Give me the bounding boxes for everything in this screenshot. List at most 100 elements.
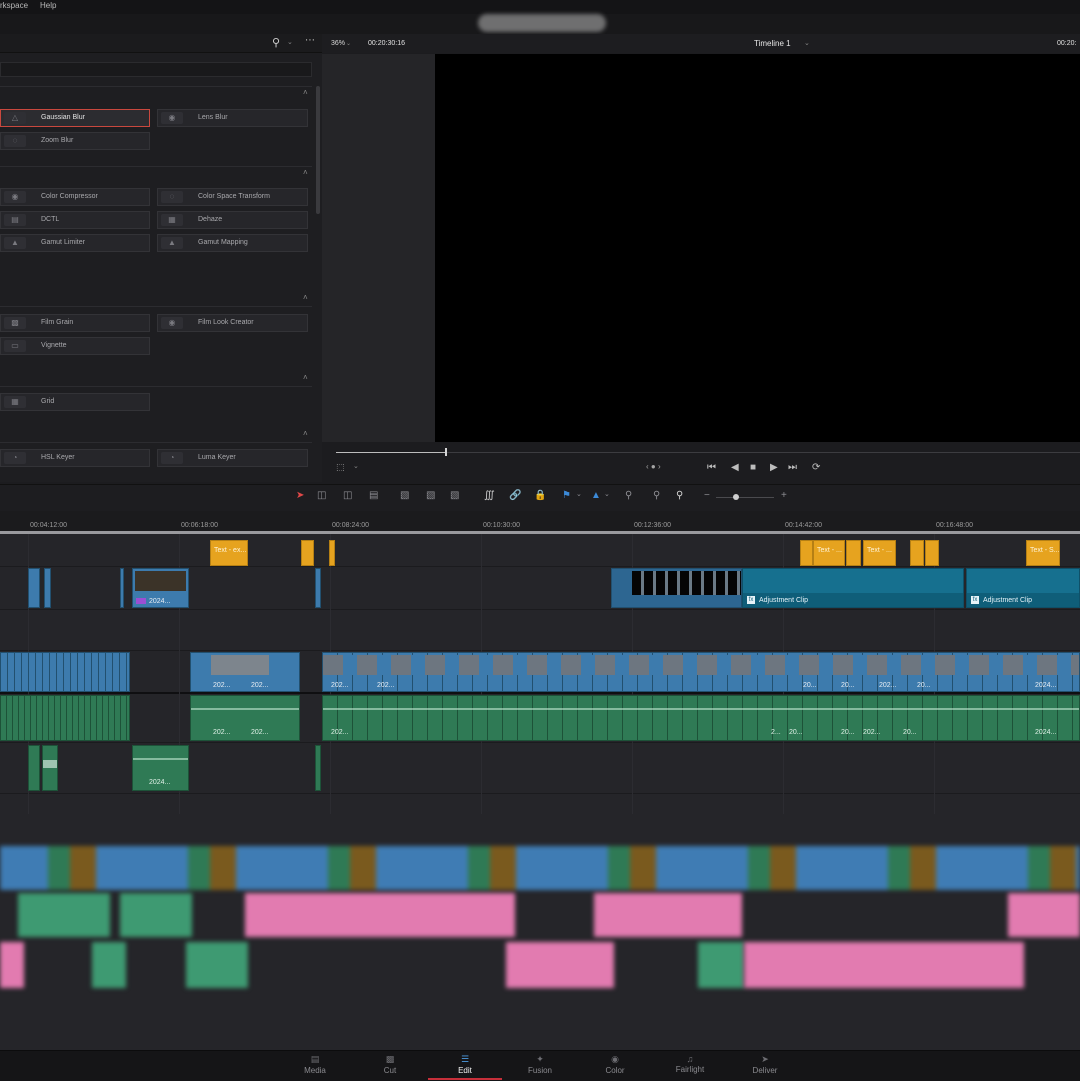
- video-clip[interactable]: [28, 568, 40, 608]
- jump-to-end-icon[interactable]: ⏭: [788, 462, 797, 473]
- audio-clip[interactable]: 2024...: [132, 745, 189, 791]
- title-clip[interactable]: [910, 540, 924, 566]
- timeline-name[interactable]: Timeline 1: [754, 39, 791, 48]
- fx-item-film-look-creator[interactable]: ◉ Film Look Creator: [157, 314, 308, 332]
- title-clip[interactable]: Text - ex...: [210, 540, 248, 566]
- menu-help[interactable]: Help: [40, 1, 56, 10]
- page-cut[interactable]: ▩ Cut: [353, 1050, 427, 1080]
- adjustment-clip[interactable]: fx Adjustment Clip: [966, 568, 1080, 608]
- dynamic-trim-icon[interactable]: ◫: [343, 490, 352, 501]
- fx-item-luma-keyer[interactable]: ◔ Luma Keyer: [157, 449, 308, 467]
- play-icon[interactable]: ▶: [770, 462, 778, 473]
- title-clip[interactable]: [846, 540, 861, 566]
- fx-item-color-space-transform[interactable]: ◌ Color Space Transform: [157, 188, 308, 206]
- title-clip[interactable]: [329, 540, 335, 566]
- fx-item-dctl[interactable]: ▤ DCTL: [0, 211, 150, 229]
- viewer-playhead[interactable]: [445, 448, 447, 456]
- chevron-down-icon[interactable]: ⌄: [604, 490, 610, 498]
- zoom-detail-icon[interactable]: ⚲: [653, 490, 660, 501]
- adjustment-clip[interactable]: fx Adjustment Clip: [742, 568, 964, 608]
- audio-clip-blurred[interactable]: [92, 942, 126, 988]
- collapse-caret-icon[interactable]: ˄: [303, 293, 308, 302]
- audio-clip-blurred[interactable]: [594, 893, 742, 937]
- audio-clip-blurred[interactable]: [1008, 893, 1080, 937]
- title-clip[interactable]: [800, 540, 813, 566]
- title-clip[interactable]: [925, 540, 939, 566]
- video-clip[interactable]: 2024...: [132, 568, 189, 608]
- selection-mode-icon[interactable]: ⬚: [336, 462, 345, 473]
- page-fairlight[interactable]: ♫ Fairlight: [653, 1050, 727, 1080]
- chevron-down-icon[interactable]: ⌄: [576, 490, 582, 498]
- page-media[interactable]: ▤ Media: [278, 1050, 352, 1080]
- selection-tool-icon[interactable]: ➤: [296, 490, 304, 501]
- page-deliver[interactable]: ➤ Deliver: [728, 1050, 802, 1080]
- fx-item-gamut-mapping[interactable]: ▲ Gamut Mapping: [157, 234, 308, 252]
- loop-icon[interactable]: ⟳: [812, 462, 820, 473]
- audio-clip-blurred[interactable]: [245, 893, 515, 937]
- replace-clip-icon[interactable]: ▧: [450, 490, 459, 501]
- zoom-in-icon[interactable]: +: [781, 490, 787, 501]
- effects-search-field[interactable]: [0, 62, 312, 77]
- stop-icon[interactable]: ■: [750, 462, 756, 473]
- audio-clip[interactable]: [42, 745, 58, 791]
- chevron-down-icon[interactable]: ⌄: [287, 38, 293, 46]
- fx-item-hsl-keyer[interactable]: ◔ HSL Keyer: [0, 449, 150, 467]
- title-clip[interactable]: [301, 540, 314, 566]
- video-clip[interactable]: [44, 568, 51, 608]
- play-reverse-icon[interactable]: ◀: [731, 462, 739, 473]
- jump-to-start-icon[interactable]: ⏮: [707, 462, 716, 473]
- effects-scrollbar[interactable]: [316, 86, 320, 214]
- audio-clip[interactable]: [28, 745, 40, 791]
- fx-item-dehaze[interactable]: ▦ Dehaze: [157, 211, 308, 229]
- video-clip[interactable]: [315, 568, 321, 608]
- fx-item-grid[interactable]: ▦ Grid: [0, 393, 150, 411]
- zoom-level[interactable]: 36%: [331, 40, 345, 47]
- chevron-down-icon[interactable]: ⌄: [346, 40, 351, 47]
- linked-selection-icon[interactable]: 🔗: [509, 490, 521, 501]
- flag-icon[interactable]: ⚑: [562, 490, 571, 501]
- overwrite-clip-icon[interactable]: ▧: [426, 490, 435, 501]
- page-fusion[interactable]: ✦ Fusion: [503, 1050, 577, 1080]
- audio-clip-group[interactable]: 202... 202...: [190, 695, 300, 741]
- trim-tool-icon[interactable]: ◫: [317, 490, 326, 501]
- audio-clip-blurred[interactable]: [506, 942, 614, 988]
- audio-clip-blurred[interactable]: [18, 893, 110, 937]
- position-lock-icon[interactable]: 🔒: [534, 490, 546, 501]
- audio-clip-blurred[interactable]: [186, 942, 248, 988]
- collapse-caret-icon[interactable]: ˄: [303, 429, 308, 438]
- video-clip[interactable]: [120, 568, 124, 608]
- blade-tool-icon[interactable]: ▤: [369, 490, 378, 501]
- title-clip[interactable]: Text - ...: [813, 540, 845, 566]
- audio-clip-group[interactable]: [0, 695, 130, 741]
- video-clip-group[interactable]: 202... 202... 20... 20... 202... 20... 2…: [322, 652, 1080, 692]
- page-edit[interactable]: ☰ Edit: [428, 1050, 502, 1080]
- audio-clip-group[interactable]: 202... 2... 20... 20... 202... 20... 202…: [322, 695, 1080, 741]
- chevron-down-icon[interactable]: ⌄: [353, 462, 359, 470]
- fx-item-zoom-blur[interactable]: ◌ Zoom Blur: [0, 132, 150, 150]
- fx-item-gamut-limiter[interactable]: ▲ Gamut Limiter: [0, 234, 150, 252]
- audio-clip-blurred[interactable]: [120, 893, 192, 937]
- fx-item-gaussian-blur[interactable]: △ Gaussian Blur: [0, 109, 150, 127]
- marker-icon[interactable]: ▲: [591, 490, 601, 501]
- audio-clip-blurred[interactable]: [698, 942, 744, 988]
- chevron-down-icon[interactable]: ⌄: [804, 39, 810, 47]
- more-options-icon[interactable]: ⋯: [305, 35, 315, 46]
- timeline-ruler[interactable]: [0, 511, 1080, 531]
- collapse-caret-icon[interactable]: ˄: [303, 373, 308, 382]
- video-clip-group[interactable]: 202... 202...: [190, 652, 300, 692]
- audio-clip-blurred[interactable]: [0, 942, 24, 988]
- collapse-caret-icon[interactable]: ˄: [303, 88, 308, 97]
- video-clip-group[interactable]: [611, 568, 742, 608]
- fx-item-vignette[interactable]: ▭ Vignette: [0, 337, 150, 355]
- zoom-out-icon[interactable]: −: [704, 490, 710, 501]
- page-color[interactable]: ◉ Color: [578, 1050, 652, 1080]
- audio-track-blurred[interactable]: [0, 846, 1080, 890]
- snapping-icon[interactable]: ∭: [484, 490, 495, 501]
- search-icon[interactable]: ⚲: [272, 36, 280, 49]
- prev-next-marker-icon[interactable]: ‹ ● ›: [646, 462, 661, 471]
- scrub-bar[interactable]: [336, 452, 1080, 453]
- zoom-full-icon[interactable]: ⚲: [625, 490, 632, 501]
- zoom-slider-track[interactable]: [716, 497, 774, 498]
- fx-item-color-compressor[interactable]: ◉ Color Compressor: [0, 188, 150, 206]
- video-viewer[interactable]: [435, 54, 1080, 442]
